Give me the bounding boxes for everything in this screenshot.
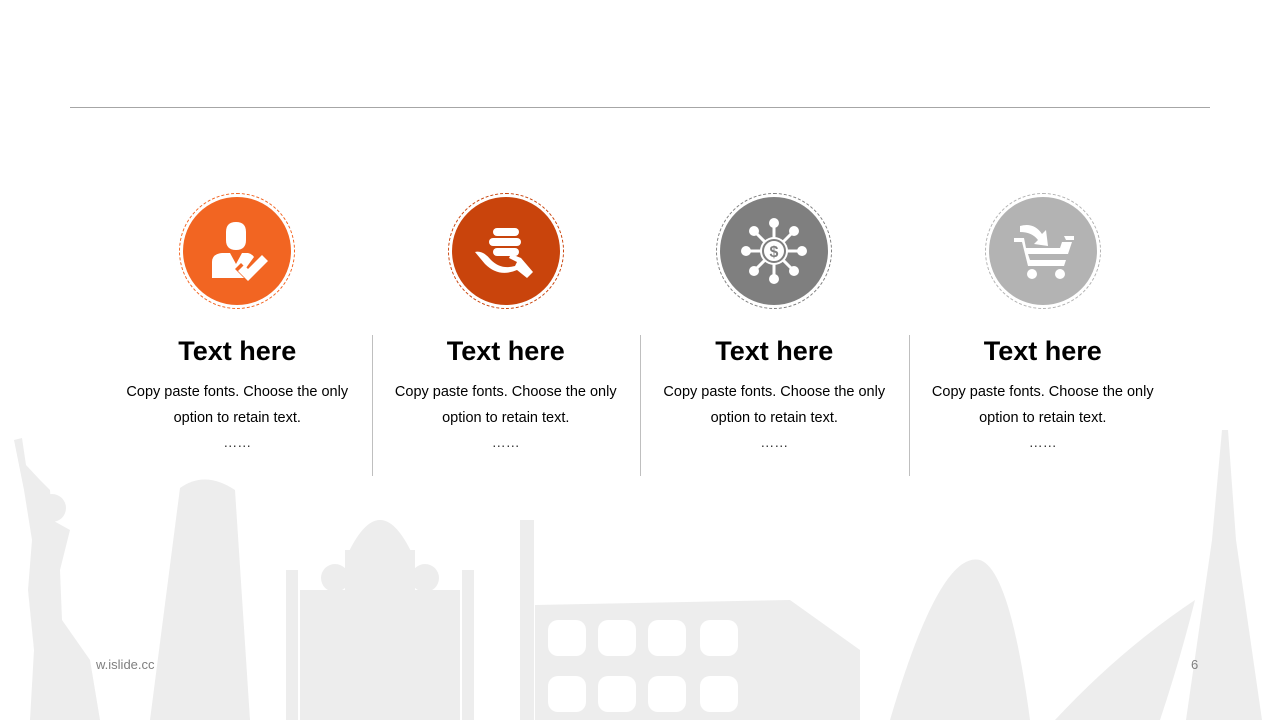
card-ellipsis: …… bbox=[223, 434, 252, 450]
icon-ring bbox=[447, 193, 564, 309]
card-description: Copy paste fonts. Choose the only option… bbox=[663, 384, 886, 426]
card-title: Text here bbox=[446, 336, 565, 366]
top-divider-line bbox=[70, 107, 1210, 108]
card-title: Text here bbox=[178, 336, 297, 366]
card-ellipsis: …… bbox=[1028, 434, 1057, 450]
icon-disc bbox=[988, 197, 1097, 305]
card-description: Copy paste fonts. Choose the only option… bbox=[126, 384, 349, 426]
card-title: Text here bbox=[983, 336, 1102, 366]
dollar-network-icon: $ bbox=[741, 218, 808, 284]
feature-card-1: Text here Copy paste fonts. Choose the o… bbox=[103, 193, 372, 476]
icon-disc: $ bbox=[720, 197, 829, 305]
icon-disc bbox=[451, 197, 560, 305]
card-ellipsis: …… bbox=[491, 434, 520, 450]
card-description: Copy paste fonts. Choose the only option… bbox=[931, 384, 1154, 426]
icon-ring bbox=[179, 193, 296, 309]
svg-text:$: $ bbox=[770, 244, 779, 261]
feature-columns: Text here Copy paste fonts. Choose the o… bbox=[103, 193, 1177, 476]
feature-card-3: $ Text here Copy paste fonts. Choose the… bbox=[640, 193, 909, 476]
shopping-cart-icon bbox=[1013, 225, 1074, 279]
card-title: Text here bbox=[715, 336, 834, 366]
card-description: Copy paste fonts. Choose the only option… bbox=[394, 384, 617, 426]
page-number: 6 bbox=[1191, 657, 1199, 672]
icon-disc bbox=[183, 197, 292, 305]
feature-card-2: Text here Copy paste fonts. Choose the o… bbox=[371, 193, 641, 476]
hand-coins-icon bbox=[474, 228, 533, 278]
card-ellipsis: …… bbox=[760, 434, 789, 450]
feature-card-4: Text here Copy paste fonts. Choose the o… bbox=[908, 193, 1178, 476]
icon-ring: $ bbox=[716, 193, 833, 309]
footer-url[interactable]: w.islide.cc bbox=[96, 657, 155, 672]
icon-ring bbox=[984, 193, 1101, 309]
businessman-check-icon bbox=[212, 222, 269, 281]
